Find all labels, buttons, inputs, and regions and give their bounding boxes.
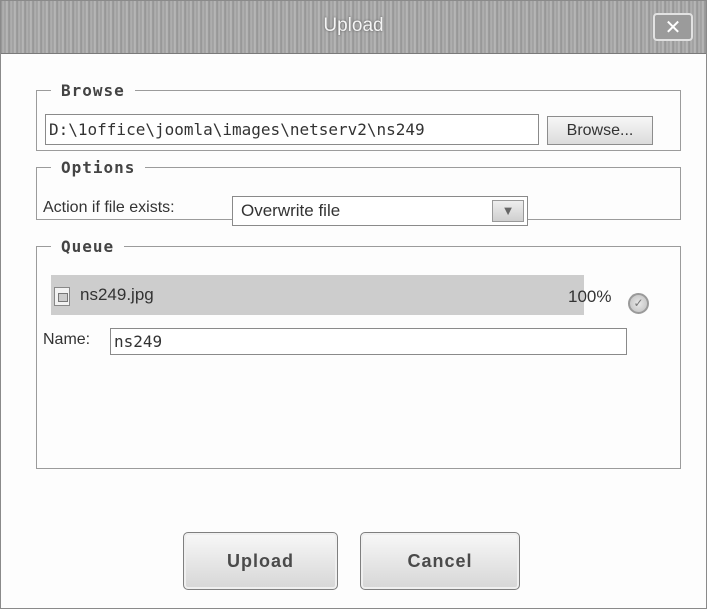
dialog-title: Upload <box>323 15 384 36</box>
queue-name-label: Name: <box>43 331 91 348</box>
upload-dialog: Upload ✕ Browse D:\1office\joomla\images… <box>0 0 707 609</box>
queue-progress-percent: 100% <box>568 287 612 306</box>
queue-legend: Queue <box>61 237 115 256</box>
file-exists-label: Action if file exists: <box>43 199 175 216</box>
chevron-down-icon[interactable]: ▼ <box>492 200 524 222</box>
queue-file-name: ns249.jpg <box>80 285 154 304</box>
browse-group: Browse D:\1office\joomla\images\netserv2… <box>36 81 681 151</box>
file-icon <box>54 287 70 306</box>
options-group: Options Action if file exists: Overwrite… <box>36 158 681 226</box>
queue-item-progress-bar: ns249.jpg <box>51 275 584 315</box>
file-exists-select[interactable]: Overwrite file ▼ <box>232 196 528 226</box>
file-exists-selected-value: Overwrite file <box>241 201 341 220</box>
browse-button[interactable]: Browse... <box>547 116 653 145</box>
queue-group: Queue ns249.jpg 100% ✓ Name: ns249 <box>36 237 681 469</box>
queue-name-input[interactable]: ns249 <box>110 328 627 355</box>
close-icon[interactable]: ✕ <box>653 13 693 41</box>
title-bar[interactable]: Upload ✕ <box>1 1 706 54</box>
upload-button[interactable]: Upload <box>183 532 338 590</box>
cancel-button[interactable]: Cancel <box>360 532 520 590</box>
browse-legend: Browse <box>61 81 125 100</box>
file-path-input[interactable]: D:\1office\joomla\images\netserv2\ns249 <box>45 114 539 145</box>
options-legend: Options <box>61 158 136 177</box>
checkmark-icon: ✓ <box>628 293 649 314</box>
